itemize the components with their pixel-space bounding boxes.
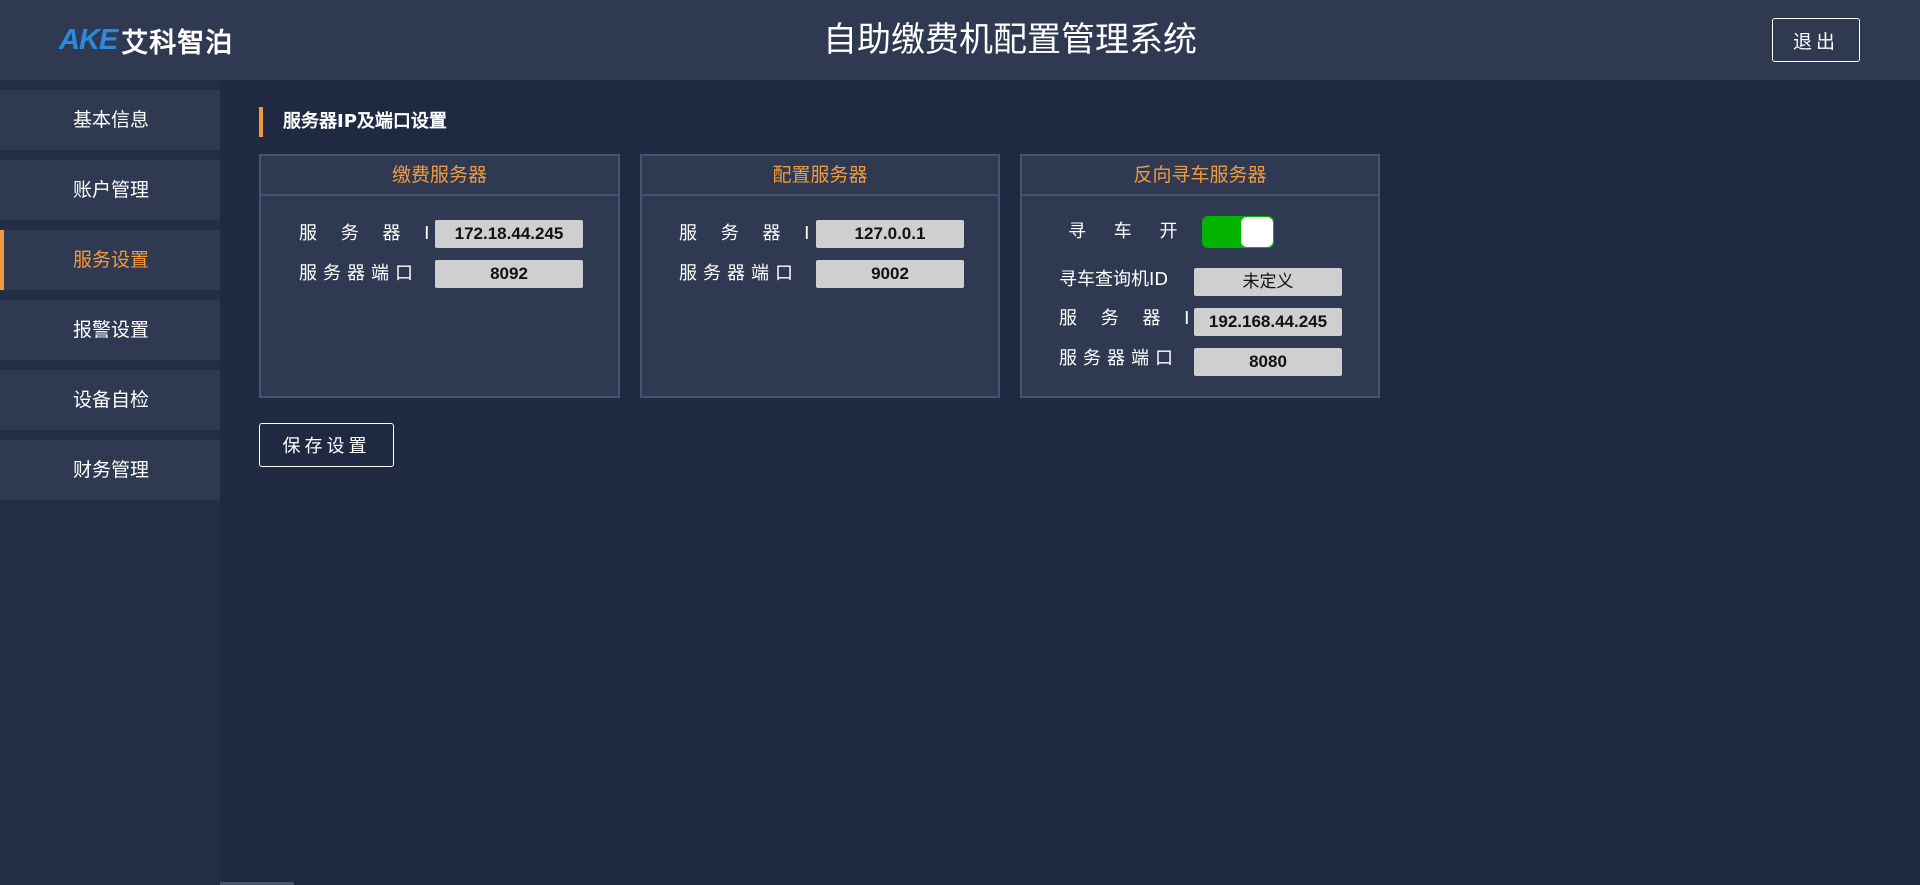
query-id-row: 寻车查询机ID 未定义 xyxy=(1022,268,1382,296)
sidebar-item-service-settings[interactable]: 服务设置 xyxy=(0,230,220,290)
sidebar-item-finance-management[interactable]: 财务管理 xyxy=(0,440,220,500)
app-header: AKE 艾科智泊 自助缴费机配置管理系统 退出 xyxy=(0,0,1920,80)
panel-title: 缴费服务器 xyxy=(261,156,618,196)
payment-ip-field[interactable]: 172.18.44.245 xyxy=(435,220,583,248)
brand-logo: AKE 艾科智泊 xyxy=(59,22,234,59)
reverse-ip-row: 服 务 器 IP 192.168.44.245 xyxy=(1022,308,1382,336)
config-ip-row: 服 务 器 IP 127.0.0.1 xyxy=(642,220,1002,248)
search-switch-toggle[interactable] xyxy=(1202,216,1274,248)
sidebar-item-alarm-settings[interactable]: 报警设置 xyxy=(0,300,220,360)
payment-port-field[interactable]: 8092 xyxy=(435,260,583,288)
app-title: 自助缴费机配置管理系统 xyxy=(823,20,1197,60)
field-label: 服务器端口 xyxy=(679,263,799,284)
sidebar-item-device-self-check[interactable]: 设备自检 xyxy=(0,370,220,430)
logo-latin-text: AKE xyxy=(59,23,118,56)
reverse-port-field[interactable]: 8080 xyxy=(1194,348,1342,376)
panel-title: 配置服务器 xyxy=(642,156,998,196)
config-port-row: 服务器端口 9002 xyxy=(642,260,1002,288)
reverse-search-server-panel: 反向寻车服务器 寻 车 开 关 寻车查询机ID 未定义 服 务 器 IP 192… xyxy=(1020,154,1380,398)
section-title: 服务器IP及端口设置 xyxy=(259,107,447,137)
sidebar-item-account-management[interactable]: 账户管理 xyxy=(0,160,220,220)
field-label: 寻车查询机ID xyxy=(1059,269,1169,290)
reverse-ip-field[interactable]: 192.168.44.245 xyxy=(1194,308,1342,336)
panel-title: 反向寻车服务器 xyxy=(1022,156,1378,196)
field-label: 服 务 器 IP xyxy=(679,223,839,244)
config-server-panel: 配置服务器 服 务 器 IP 127.0.0.1 服务器端口 9002 xyxy=(640,154,1000,398)
toggle-knob xyxy=(1241,217,1273,247)
save-settings-button[interactable]: 保存设置 xyxy=(259,423,394,467)
logo-chinese-text: 艾科智泊 xyxy=(121,27,234,59)
search-switch-row: 寻 车 开 关 xyxy=(1022,216,1382,248)
config-port-field[interactable]: 9002 xyxy=(816,260,964,288)
field-label: 服务器端口 xyxy=(299,263,419,284)
payment-port-row: 服务器端口 8092 xyxy=(261,260,622,288)
payment-server-panel: 缴费服务器 服 务 器 IP 172.18.44.245 服务器端口 8092 xyxy=(259,154,620,398)
field-label: 服务器端口 xyxy=(1059,348,1179,369)
logout-button[interactable]: 退出 xyxy=(1772,18,1860,62)
sidebar-item-basic-info[interactable]: 基本信息 xyxy=(0,90,220,150)
reverse-port-row: 服务器端口 8080 xyxy=(1022,348,1382,376)
payment-ip-row: 服 务 器 IP 172.18.44.245 xyxy=(261,220,622,248)
config-ip-field[interactable]: 127.0.0.1 xyxy=(816,220,964,248)
query-id-field[interactable]: 未定义 xyxy=(1194,268,1342,296)
sidebar-nav: 基本信息 账户管理 服务设置 报警设置 设备自检 财务管理 xyxy=(0,80,220,885)
